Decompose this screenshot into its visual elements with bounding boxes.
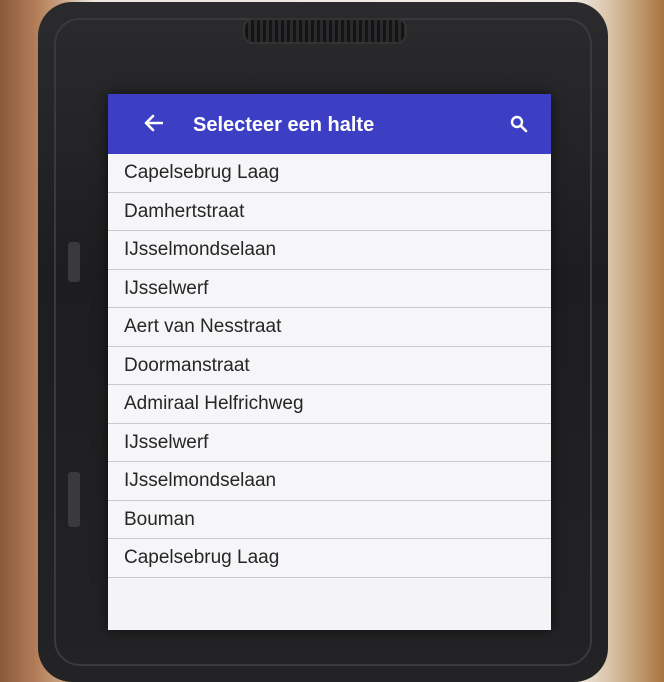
side-button-upper: [68, 242, 80, 282]
side-button-lower: [68, 472, 80, 527]
app-screen: Selecteer een halte Capelsebrug Laag Dam…: [108, 94, 551, 630]
stop-item[interactable]: Capelsebrug Laag: [108, 154, 551, 193]
page-title: Selecteer een halte: [193, 114, 375, 136]
stop-item[interactable]: IJsselmondselaan: [108, 231, 551, 270]
search-icon[interactable]: [505, 110, 533, 138]
back-arrow-icon[interactable]: [138, 108, 168, 138]
stop-list: Capelsebrug Laag Damhertstraat IJsselmon…: [108, 154, 551, 578]
stop-item[interactable]: Damhertstraat: [108, 192, 551, 231]
stop-item[interactable]: Doormanstraat: [108, 346, 551, 385]
stop-item[interactable]: IJsselwerf: [108, 423, 551, 462]
stop-item[interactable]: Capelsebrug Laag: [108, 539, 551, 578]
stop-item[interactable]: Admiraal Helfrichweg: [108, 385, 551, 424]
stop-item[interactable]: IJsselmondselaan: [108, 462, 551, 501]
app-bar: Selecteer een halte: [108, 94, 551, 154]
speaker-grille: [243, 18, 407, 44]
stop-item[interactable]: IJsselwerf: [108, 269, 551, 308]
stop-item[interactable]: Aert van Nesstraat: [108, 308, 551, 347]
stop-item[interactable]: Bouman: [108, 500, 551, 539]
